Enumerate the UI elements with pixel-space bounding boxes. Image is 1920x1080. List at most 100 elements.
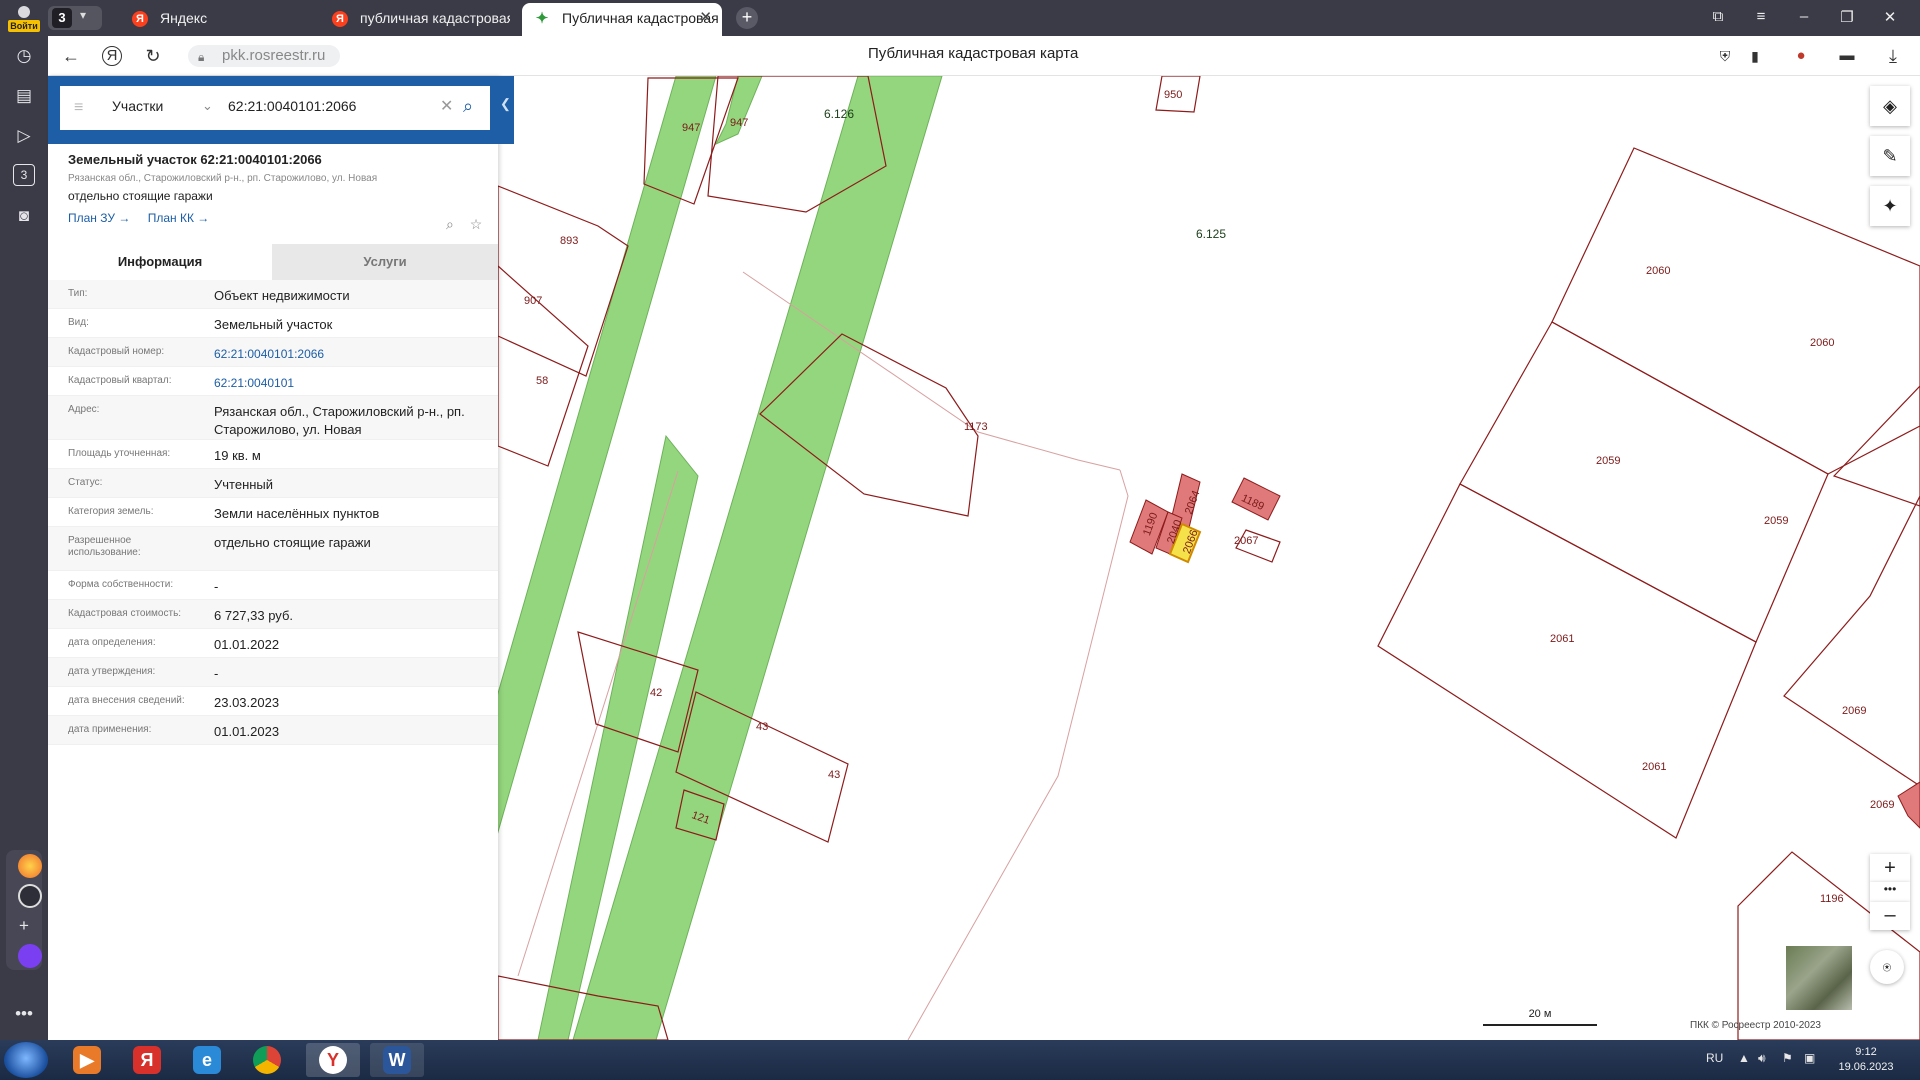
parcel-2069[interactable]: [1783, 495, 1920, 787]
close-icon[interactable]: ✕: [699, 3, 712, 33]
taskbar-media[interactable]: ▶: [60, 1043, 114, 1077]
add-icon[interactable]: +: [12, 914, 36, 938]
tray-expand-icon[interactable]: ▲: [1738, 1051, 1750, 1065]
login-label: Войти: [8, 20, 40, 32]
more-zoom-icon[interactable]: •••: [1870, 882, 1910, 902]
tab-search[interactable]: Я публичная кадастровая к: [320, 3, 510, 36]
play-icon[interactable]: ▷: [12, 124, 36, 148]
locate-icon[interactable]: ✦: [1870, 186, 1910, 226]
parcel-label: 947: [730, 117, 748, 129]
weather-icon[interactable]: [18, 854, 42, 878]
tab-group-button[interactable]: 3 ▾: [48, 6, 102, 30]
menu-icon[interactable]: ≡: [1751, 8, 1771, 25]
taskbar-chrome[interactable]: [240, 1043, 294, 1077]
info-row: Тип: Объект недвижимости: [48, 280, 498, 309]
profile-avatar[interactable]: Войти: [6, 4, 42, 32]
taskbar-clock[interactable]: 9:12 19.06.2023: [1838, 1045, 1894, 1075]
language-indicator[interactable]: RU: [1706, 1051, 1723, 1065]
compass-icon[interactable]: ⍟: [1870, 950, 1904, 984]
panel-tabs: Информация Услуги: [48, 244, 498, 280]
reload-icon[interactable]: ↻: [142, 45, 164, 67]
taskbar-yandex[interactable]: Я: [120, 1043, 174, 1077]
more-icon[interactable]: •••: [12, 1002, 36, 1026]
parcel-2060[interactable]: [1551, 147, 1920, 475]
network-icon[interactable]: ⚑: [1782, 1051, 1793, 1065]
history-icon[interactable]: ◷: [12, 44, 36, 68]
info-row-key: Адрес:: [68, 404, 100, 415]
satellite-thumbnail[interactable]: [1786, 946, 1852, 1010]
info-row-key: дата внесения сведений:: [68, 695, 185, 706]
tab-services[interactable]: Услуги: [272, 244, 498, 280]
star-icon[interactable]: ☆: [470, 216, 483, 232]
zoom-out-button[interactable]: –: [1870, 902, 1910, 930]
chevron-down-icon[interactable]: ⌄: [202, 98, 213, 114]
chrome-icon: [253, 1046, 281, 1074]
action-center-icon[interactable]: ▣: [1804, 1051, 1815, 1065]
tab-info[interactable]: Информация: [48, 244, 272, 280]
info-row-key: дата применения:: [68, 724, 152, 735]
search-box[interactable]: ≡ Участки ⌄ 62:21:0040101:2066 ✕ ⌕: [60, 86, 490, 130]
camera-icon[interactable]: ◙: [12, 204, 36, 228]
address-bar[interactable]: 🔒︎ pkk.rosreestr.ru: [188, 45, 340, 67]
start-button[interactable]: [4, 1042, 48, 1078]
tab-pkk[interactable]: ✦ Публичная кадастровая к ✕: [522, 3, 722, 36]
counter-badge[interactable]: 3: [13, 164, 35, 186]
search-document-icon[interactable]: ⌕: [446, 216, 454, 232]
zone-6-125[interactable]: [572, 76, 943, 1040]
cadastral-map[interactable]: 6.126 6.125 947 947 950 893 907 58 1173 …: [498, 76, 1920, 1040]
parcel-label: 2059: [1764, 515, 1788, 527]
plan-zu-link[interactable]: План ЗУ →: [68, 211, 130, 225]
info-row-value: отдельно стоящие гаражи: [214, 535, 371, 550]
tab-title: публичная кадастровая к: [360, 10, 510, 26]
parcel-label: 2069: [1870, 799, 1894, 811]
extension-icon[interactable]: ●: [1790, 45, 1812, 67]
taskbar-yandex-browser[interactable]: Y: [306, 1043, 360, 1077]
alice-icon[interactable]: [18, 944, 42, 968]
search-input[interactable]: 62:21:0040101:2066: [228, 98, 356, 114]
info-row-value[interactable]: 62:21:0040101: [214, 374, 484, 392]
lock-icon: 🔒︎: [198, 50, 205, 64]
tab-yandex[interactable]: Я Яндекс: [120, 3, 310, 36]
parcel-label: 58: [536, 375, 548, 387]
object-address: Рязанская обл., Старожиловский р-н., рп.…: [68, 173, 378, 184]
parcel-2061[interactable]: [1377, 483, 1757, 839]
restore-icon[interactable]: ❐: [1837, 8, 1857, 26]
reader-icon[interactable]: ▬: [1836, 45, 1858, 67]
clear-icon[interactable]: ✕: [440, 96, 453, 116]
collapse-panel-icon[interactable]: ❮: [500, 96, 511, 112]
parcel-label: 2061: [1550, 633, 1574, 645]
protect-icon[interactable]: ⛨: [1714, 45, 1736, 67]
yandex-home-icon[interactable]: Я: [102, 46, 122, 66]
layers-icon[interactable]: ◈: [1870, 86, 1910, 126]
search-icon[interactable]: ⌕: [463, 96, 473, 117]
plan-kk-link[interactable]: План КК →: [148, 211, 210, 225]
pkk-icon: ✦: [535, 10, 549, 27]
bookmark-icon[interactable]: ▮: [1744, 45, 1766, 67]
new-tab-button[interactable]: +: [736, 7, 758, 29]
window-close-icon[interactable]: ✕: [1880, 8, 1900, 26]
zoom-in-button[interactable]: +: [1870, 854, 1910, 882]
menu-icon[interactable]: ≡: [74, 99, 83, 117]
parcel-pink-edge[interactable]: [1897, 781, 1920, 829]
object-title: Земельный участок 62:21:0040101:2066: [68, 152, 322, 167]
taskbar-word[interactable]: W: [370, 1043, 424, 1077]
parcel-right-edge[interactable]: [1832, 385, 1920, 507]
ruler-icon[interactable]: ✎: [1870, 136, 1910, 176]
status-icon[interactable]: [18, 884, 42, 908]
bookmarks-icon[interactable]: ⧉: [1708, 8, 1728, 25]
category-select[interactable]: Участки: [112, 98, 163, 114]
parcel-2059[interactable]: [1459, 321, 1829, 643]
info-row-key: Кадастровый номер:: [68, 346, 165, 357]
parcel-label: 947: [682, 122, 700, 134]
collections-icon[interactable]: ▤: [12, 84, 36, 108]
parcel-label: 2059: [1596, 455, 1620, 467]
volume-icon[interactable]: 🔊︎: [1758, 1051, 1766, 1066]
taskbar-ie[interactable]: e: [180, 1043, 234, 1077]
info-row-key: Кадастровый квартал:: [68, 375, 172, 386]
back-icon[interactable]: ←: [60, 45, 82, 67]
boundary-line: [907, 469, 1129, 1040]
download-icon[interactable]: ⤓: [1882, 45, 1904, 67]
info-row-value[interactable]: 62:21:0040101:2066: [214, 345, 484, 363]
minimize-icon[interactable]: –: [1794, 8, 1814, 25]
map-canvas[interactable]: 6.126 6.125 947 947 950 893 907 58 1173 …: [498, 76, 1920, 1040]
